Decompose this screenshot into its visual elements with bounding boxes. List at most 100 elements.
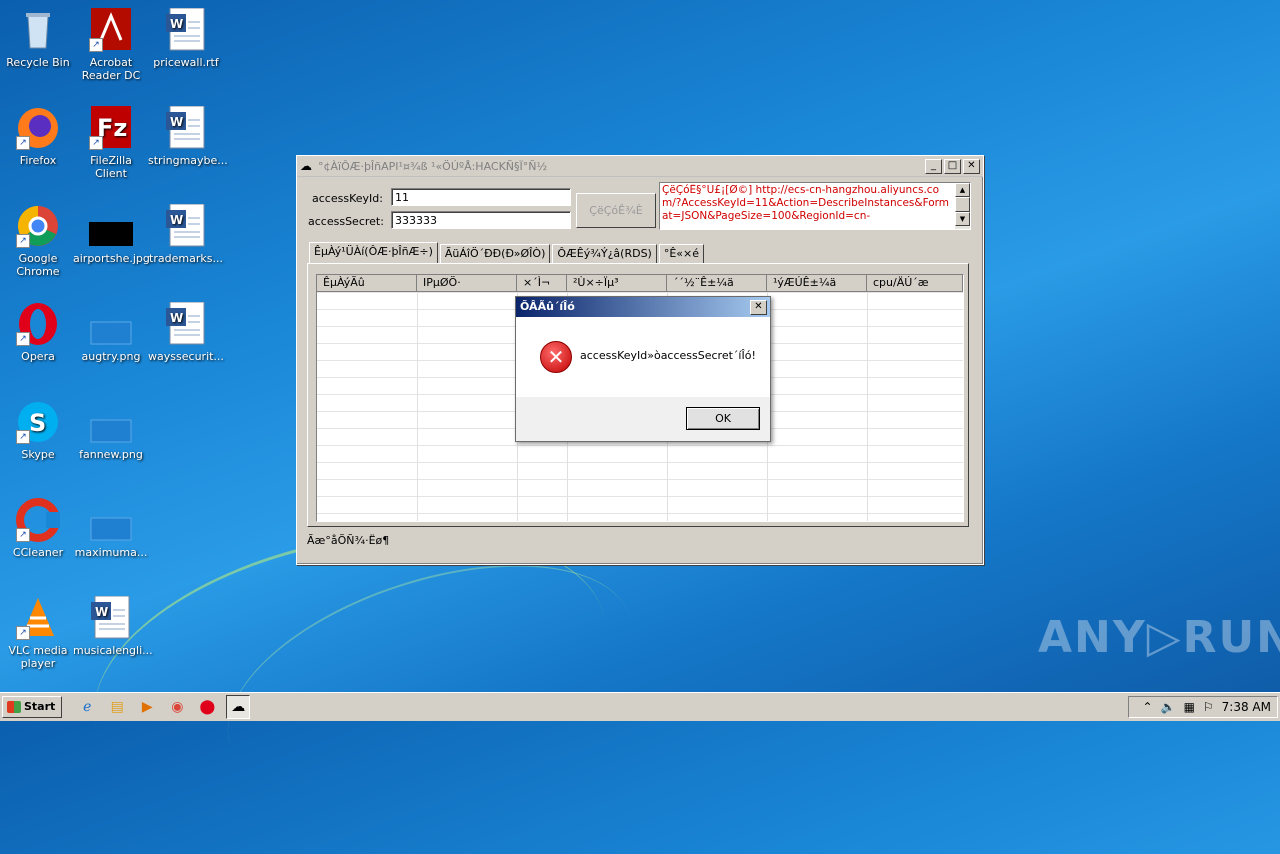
anyrun-watermark: ANY▷RUN [1038,612,1280,663]
column-header[interactable]: ´´½¨Ê±¼ä [667,275,767,292]
access-key-label: accessKeyId: [312,192,383,205]
desktop-icon-fannew[interactable]: fannew.png [73,400,149,461]
desktop-icon-label: wayssecurit... [148,350,224,363]
desktop-icon-musicalenglish[interactable]: W musicalengli... [73,595,153,657]
svg-text:W: W [170,213,183,227]
tab-rds[interactable]: ÔÆÊý¾Ý¿â(RDS) [552,244,657,264]
column-header[interactable]: cpu/ÄÚ´æ [867,275,963,292]
desktop-icon-augtry[interactable]: augtry.png [73,302,149,363]
dialog-close-button[interactable]: ✕ [750,300,767,315]
window-title: °¢ÀïÔÆ·þÎñAPI¹¤¾ß ¹«ÖÚºÅ:HACKÑ§Ï°Ñ½ [318,159,548,173]
app-cloud-icon: ☁ [300,159,312,173]
shortcut-arrow-icon: ↗ [16,626,30,640]
desktop-icon-label: FileZilla Client [90,154,132,180]
app-cloud-taskbar-icon[interactable]: ☁ [226,695,251,719]
minimize-button[interactable]: _ [925,158,942,174]
desktop-icon-filezilla[interactable]: Fz ↗ FileZilla Client [73,106,149,180]
shortcut-arrow-icon: ↗ [89,136,103,150]
opera-icon: ↗ [16,302,60,346]
network-icon[interactable]: ▦ [1184,700,1195,714]
word-document-icon: W [164,301,208,346]
maximize-button[interactable]: □ [944,158,961,174]
shortcut-arrow-icon: ↗ [16,136,30,150]
desktop-icon-label: musicalengli... [73,644,153,657]
shortcut-arrow-icon: ↗ [16,234,30,248]
status-bar: Ãæ°åÕÑ¾·Ëø¶ [307,534,390,547]
desktop-icon-opera[interactable]: ↗ Opera [0,302,76,363]
shortcut-arrow-icon: ↗ [89,38,103,52]
access-key-input[interactable]: 11 [391,188,571,206]
desktop-icon-label: Skype [21,448,55,461]
dialog-title: ÕÂÃû´íÎó [520,300,575,313]
tab-strip: ÊµÀý¹ÜÀí(ÔÆ·þÎñÆ÷) ÃüÁîÖ´ÐÐ(Ð»ØÎÒ) ÔÆÊý¾… [309,242,706,264]
desktop-icon-label: fannew.png [79,448,143,461]
desktop-icon-label: Acrobat Reader DC [81,56,141,82]
clock[interactable]: 7:38 AM [1222,700,1271,714]
vlc-icon: ↗ [16,596,60,640]
desktop-icon-ccleaner[interactable]: ↗ CCleaner [0,498,76,559]
action-center-flag-icon[interactable]: ⚐ [1203,700,1214,714]
request-url-textbox[interactable]: ÇëÇóÊ§°Ü£¡[Ø©] http://ecs-cn-hangzhou.al… [659,182,971,230]
close-button[interactable]: ✕ [963,158,980,174]
recycle-bin-icon [16,8,60,52]
firefox-icon: ↗ [16,106,60,150]
image-thumbnail-icon [89,204,133,248]
dialog-message: accessKeyId»òaccessSecret´íÎó! [580,349,756,362]
svg-text:W: W [170,311,183,325]
desktop-icon-skype[interactable]: S ↗ Skype [0,400,76,461]
image-thumbnail-icon [89,400,133,444]
explorer-folder-icon[interactable]: ▤ [106,696,128,718]
access-secret-input[interactable]: 333333 [391,211,571,229]
scroll-down-arrow-icon[interactable]: ▼ [955,212,970,226]
tray-expand-icon[interactable]: ⌃ [1143,700,1153,714]
desktop-icon-label: maximuma... [74,546,148,559]
error-dialog: ÕÂÃû´íÎó ✕ ✕ accessKeyId»òaccessSecret´í… [515,296,771,442]
desktop-icon-label: Google Chrome [16,252,60,278]
desktop-icon-acrobat[interactable]: ↗ Acrobat Reader DC [73,8,149,82]
desktop-icon-label: VLC media player [8,644,68,670]
query-button[interactable]: ÇëÇóÊ¾È [576,193,656,228]
desktop-icon-wayssecurity[interactable]: W wayssecurit... [148,301,224,363]
error-icon: ✕ [540,341,572,373]
desktop-icon-chrome[interactable]: ↗ Google Chrome [0,204,76,278]
column-header[interactable]: ×´Ì¬ [517,275,567,292]
desktop-icon-vlc[interactable]: ↗ VLC media player [0,596,76,670]
tab-command[interactable]: ÃüÁîÖ´ÐÐ(Ð»ØÎÒ) [439,244,551,264]
chrome-taskbar-icon[interactable]: ◉ [166,696,188,718]
opera-taskbar-icon[interactable]: ⬤ [196,696,218,718]
word-document-icon: W [164,7,208,52]
column-header[interactable]: ¹ýÆÚÊ±¼ä [767,275,867,292]
word-document-icon: W [89,595,133,640]
access-secret-label: accessSecret: [308,215,384,228]
skype-icon: S ↗ [16,400,60,444]
column-header[interactable]: ²Ù×÷Ïµ³ [567,275,667,292]
desktop-icon-stringmaybe[interactable]: W stringmaybe... [148,105,228,167]
desktop-icon-recycle-bin[interactable]: Recycle Bin [0,8,76,69]
desktop-icon-maximuma[interactable]: maximuma... [73,498,149,559]
column-header[interactable]: IPµØÖ· [417,275,517,292]
scroll-up-arrow-icon[interactable]: ▲ [955,183,970,197]
start-button[interactable]: Start [2,696,63,718]
tab-other[interactable]: °Ê«×é [658,244,705,264]
media-player-icon[interactable]: ▶ [136,696,158,718]
svg-text:W: W [95,605,108,619]
dialog-titlebar[interactable]: ÕÂÃû´íÎó ✕ [516,297,770,317]
desktop-icon-label: augtry.png [81,350,141,363]
desktop-icon-pricewall[interactable]: W pricewall.rtf [148,7,224,69]
desktop-icon-label: Recycle Bin [6,56,70,69]
desktop-icon-firefox[interactable]: ↗ Firefox [0,106,76,167]
ie-icon[interactable]: ℯ [76,696,98,718]
desktop-icon-trademarks[interactable]: W trademarks... [148,203,224,265]
grid-divider [867,292,868,521]
url-scrollbar[interactable]: ▲ ▼ [955,183,970,229]
desktop-icon-airportshe[interactable]: airportshe.jpg [73,204,150,265]
grid-header: ÊµÀýÃû IPµØÖ· ×´Ì¬ ²Ù×÷Ïµ³ ´´½¨Ê±¼ä ¹ýÆÚ… [317,275,963,292]
volume-icon[interactable]: 🔈 [1161,700,1176,714]
tab-instances[interactable]: ÊµÀý¹ÜÀí(ÔÆ·þÎñÆ÷) [309,242,438,263]
request-url-text: ÇëÇóÊ§°Ü£¡[Ø©] http://ecs-cn-hangzhou.al… [662,184,950,222]
ok-button[interactable]: OK [686,407,760,430]
scroll-thumb[interactable] [955,197,970,212]
column-header[interactable]: ÊµÀýÃû [317,275,417,292]
chrome-icon: ↗ [16,204,60,248]
window-titlebar[interactable]: ☁ °¢ÀïÔÆ·þÎñAPI¹¤¾ß ¹«ÖÚºÅ:HACKÑ§Ï°Ñ½ _ … [297,156,983,177]
